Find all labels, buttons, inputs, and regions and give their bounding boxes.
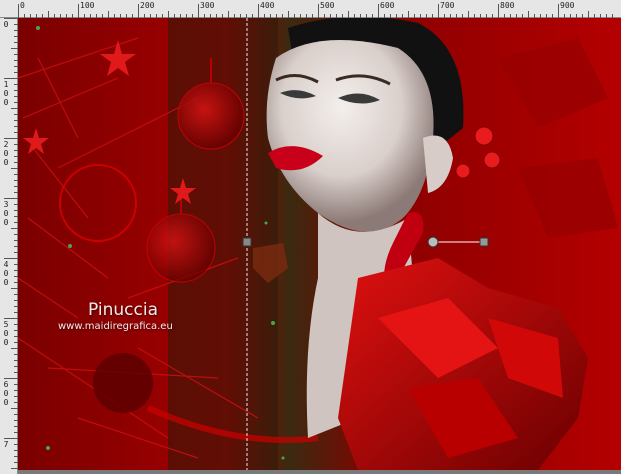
ruler-top-label: 400 (260, 1, 275, 10)
ruler-top-tick (498, 4, 499, 18)
ruler-left-tick (4, 438, 18, 439)
ruler-left-label: 2 (3, 140, 9, 149)
ruler-top-label: 900 (560, 1, 575, 10)
ruler-left-label: 0 (3, 329, 9, 338)
ruler-top-tick (138, 4, 139, 18)
ruler-left-tick (4, 378, 18, 379)
ruler-top-minor-tick (108, 11, 109, 18)
ruler-top-label: 800 (500, 1, 515, 10)
ruler-left-label: 6 (3, 380, 9, 389)
ruler-top-minor-tick (468, 11, 469, 18)
ruler-left-tick (4, 18, 18, 19)
ruler-top-label: 600 (380, 1, 395, 10)
ruler-left-minor-tick (11, 108, 18, 109)
ruler-left-minor-tick (11, 408, 18, 409)
ruler-top-minor-tick (288, 11, 289, 18)
ruler-left-minor-tick (11, 288, 18, 289)
ruler-left-label: 0 (3, 149, 9, 158)
ruler-top-minor-tick (588, 11, 589, 18)
ruler-left-label: 0 (3, 269, 9, 278)
ruler-top-minor-tick (408, 11, 409, 18)
ornament-1 (177, 82, 245, 150)
ruler-top-minor-tick (168, 11, 169, 18)
ruler-left-tick (4, 138, 18, 139)
image-canvas[interactable]: Pinuccia www.maidiregrafica.eu (18, 18, 621, 470)
ruler-left-tick (4, 198, 18, 199)
rotation-handle-end[interactable] (479, 237, 489, 247)
watermark-name: Pinuccia (88, 300, 158, 320)
ruler-top-label: 0 (20, 1, 25, 10)
ruler-left-label: 0 (3, 218, 9, 227)
ruler-left-tick (4, 258, 18, 259)
ruler-left-minor-tick (11, 468, 18, 469)
watermark-url: www.maidiregrafica.eu (58, 321, 173, 332)
ruler-top-tick (258, 4, 259, 18)
ruler-left-minor-tick (11, 228, 18, 229)
bottom-scrollbar[interactable] (18, 470, 621, 474)
ruler-left-label: 0 (3, 209, 9, 218)
ruler-left-label: 0 (3, 89, 9, 98)
ruler-left-label: 0 (3, 20, 9, 29)
ruler-left-label: 7 (3, 440, 9, 449)
ruler-top-tick (18, 4, 19, 18)
artwork (18, 18, 621, 470)
ruler-top-tick (318, 4, 319, 18)
ruler-top-label: 100 (80, 1, 95, 10)
ruler-top-tick (378, 4, 379, 18)
ruler-top-label: 200 (140, 1, 155, 10)
ruler-top-tick (78, 4, 79, 18)
ruler-left-label: 3 (3, 200, 9, 209)
ornament-2 (146, 213, 216, 283)
ruler-top-label: 700 (440, 1, 455, 10)
ruler-left-label: 0 (3, 278, 9, 287)
ruler-left-label: 5 (3, 320, 9, 329)
ruler-top-label: 300 (200, 1, 215, 10)
ruler-left-label: 0 (3, 98, 9, 107)
ruler-left-minor-tick (11, 168, 18, 169)
guide-handle-left[interactable] (242, 237, 252, 247)
ruler-left-tick (4, 318, 18, 319)
ruler-left-label: 4 (3, 260, 9, 269)
ruler-top-minor-tick (48, 11, 49, 18)
ruler-top-tick (438, 4, 439, 18)
ruler-top-tick (558, 4, 559, 18)
ruler-left-label: 0 (3, 338, 9, 347)
ruler-left-label: 1 (3, 80, 9, 89)
ruler-top-minor-tick (228, 11, 229, 18)
ruler-left-minor-tick (11, 48, 18, 49)
ruler-left[interactable]: 01002003004005006007 (0, 18, 18, 474)
ruler-left-label: 0 (3, 158, 9, 167)
ruler-top[interactable]: 0 100 200 300 400 500 600 700 800 900 (0, 0, 621, 18)
ruler-top-tick (198, 4, 199, 18)
ruler-left-label: 0 (3, 398, 9, 407)
ruler-left-minor-tick (11, 348, 18, 349)
rotation-handle-icon[interactable] (427, 236, 439, 248)
ruler-top-minor-tick (348, 11, 349, 18)
ruler-left-tick (4, 78, 18, 79)
ruler-top-minor-tick (528, 11, 529, 18)
ornament-4 (93, 353, 153, 413)
ruler-top-label: 500 (320, 1, 335, 10)
ruler-left-label: 0 (3, 389, 9, 398)
